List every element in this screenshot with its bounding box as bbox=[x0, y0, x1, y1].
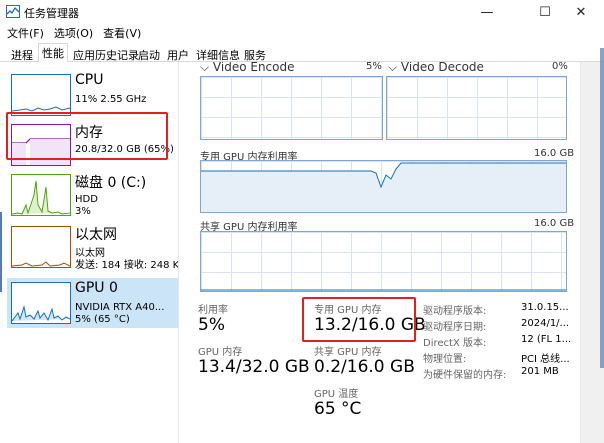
driver-date-key: 驱动程序日期: bbox=[423, 322, 487, 333]
resource-detail-2: 5% (65 °C) bbox=[75, 314, 130, 325]
video-encode-label: ⌵ Video Encode bbox=[200, 62, 295, 74]
gpu-temp-label: GPU 温度 bbox=[314, 389, 359, 400]
resource-name: 磁盘 0 (C:) bbox=[75, 175, 147, 191]
close-icon: ✕ bbox=[575, 4, 587, 20]
physical-location-value: PCI 总线... bbox=[521, 354, 570, 365]
maximize-icon: ☐ bbox=[539, 4, 551, 20]
directx-version-key: DirectX 版本: bbox=[423, 338, 487, 349]
tab-performance[interactable]: 性能 bbox=[38, 43, 68, 63]
resource-name: GPU 0 bbox=[75, 280, 118, 296]
video-decode-label: ⌵ Video Decode bbox=[388, 62, 484, 74]
driver-version-key: 驱动程序版本: bbox=[423, 306, 487, 317]
close-button[interactable]: ✕ bbox=[558, 0, 604, 24]
tab-startup[interactable]: 启动 bbox=[134, 45, 164, 62]
minimize-icon: — bbox=[480, 4, 494, 20]
dedicated-memory-graph bbox=[200, 160, 567, 213]
cpu-thumbnail-graph bbox=[11, 74, 71, 116]
video-decode-graph bbox=[386, 76, 567, 140]
tab-app-history[interactable]: 应用历史记录 bbox=[69, 45, 143, 62]
panel-splitter[interactable] bbox=[178, 62, 179, 443]
gpu-detail-panel: ⌵ Video Encode 5% ⌵ Video Decode 0% 专用 G… bbox=[190, 62, 578, 443]
video-encode-graph bbox=[200, 76, 383, 140]
menu-options[interactable]: 选项(O) bbox=[54, 25, 93, 41]
tab-processes[interactable]: 进程 bbox=[7, 45, 37, 62]
directx-version-value: 12 (FL 1... bbox=[521, 334, 572, 345]
dedicated-mem-label: 专用 GPU 内存 bbox=[314, 305, 382, 316]
physical-location-key: 物理位置: bbox=[423, 354, 467, 365]
gpu-mem-value: 13.4/32.0 GB bbox=[198, 357, 310, 377]
menu-view[interactable]: 查看(V) bbox=[103, 25, 141, 41]
reserved-memory-key: 为硬件保留的内存: bbox=[423, 370, 507, 381]
driver-version-value: 31.0.15... bbox=[521, 302, 569, 313]
shared-mem-value: 0.2/16.0 GB bbox=[314, 357, 415, 377]
driver-date-value: 2024/1/... bbox=[521, 318, 570, 329]
memory-thumbnail-graph bbox=[11, 124, 71, 166]
window-title: 任务管理器 bbox=[24, 7, 79, 20]
resource-item-cpu[interactable]: CPU 11% 2.55 GHz bbox=[7, 70, 178, 120]
resource-detail-2: 3% bbox=[75, 206, 91, 217]
resource-detail: 20.8/32.0 GB (65%) bbox=[75, 144, 174, 155]
shared-graph-max: 16.0 GB bbox=[534, 218, 575, 229]
reserved-memory-value: 201 MB bbox=[521, 366, 559, 377]
resource-name: 以太网 bbox=[75, 227, 117, 243]
title-bar: 任务管理器 — ☐ ✕ bbox=[0, 0, 604, 24]
menu-file[interactable]: 文件(F) bbox=[7, 25, 44, 41]
resource-detail-2: 发送: 184 接收: 248 Kb bbox=[75, 260, 178, 271]
gpu-temp-value: 65 °C bbox=[314, 399, 362, 419]
video-encode-pct: 5% bbox=[366, 62, 382, 72]
dedicated-mem-value: 13.2/16.0 GB bbox=[314, 315, 426, 335]
resource-item-gpu[interactable]: GPU 0 NVIDIA RTX A40... 5% (65 °C) bbox=[7, 278, 178, 328]
dedicated-graph-max: 16.0 GB bbox=[534, 148, 575, 159]
resource-item-disk[interactable]: 磁盘 0 (C:) HDD 3% bbox=[7, 170, 178, 220]
resource-detail: NVIDIA RTX A40... bbox=[75, 302, 165, 313]
ethernet-thumbnail-graph bbox=[11, 226, 71, 268]
gpu-mem-label: GPU 内存 bbox=[198, 347, 243, 358]
task-manager-window: 任务管理器 — ☐ ✕ 文件(F) 选项(O) 查看(V) 进程 性能 应用历史… bbox=[0, 0, 604, 443]
shared-memory-graph bbox=[200, 231, 567, 292]
minimize-button[interactable]: — bbox=[464, 0, 510, 24]
gpu-thumbnail-graph bbox=[11, 282, 71, 324]
resource-list: CPU 11% 2.55 GHz 内存 20.8/32.0 GB (65%) 磁… bbox=[0, 62, 178, 443]
tab-users[interactable]: 用户 bbox=[163, 45, 193, 62]
shared-mem-label: 共享 GPU 内存 bbox=[314, 347, 382, 358]
resource-detail: HDD bbox=[75, 194, 98, 205]
background-window-edge bbox=[0, 212, 2, 292]
resource-name: 内存 bbox=[75, 125, 103, 141]
resource-item-ethernet[interactable]: 以太网 以太网 发送: 184 接收: 248 Kb bbox=[7, 222, 178, 272]
resource-item-memory[interactable]: 内存 20.8/32.0 GB (65%) bbox=[7, 120, 178, 170]
resource-detail: 11% 2.55 GHz bbox=[75, 94, 147, 105]
task-manager-icon bbox=[6, 5, 20, 18]
menu-bar: 文件(F) 选项(O) 查看(V) bbox=[0, 24, 604, 42]
disk-thumbnail-graph bbox=[11, 174, 71, 216]
video-decode-pct: 0% bbox=[552, 62, 568, 72]
tab-details[interactable]: 详细信息 bbox=[192, 45, 244, 62]
background-window-edge-right bbox=[600, 48, 604, 368]
tab-bar: 进程 性能 应用历史记录 启动 用户 详细信息 服务 bbox=[0, 42, 604, 63]
resource-name: CPU bbox=[75, 72, 104, 88]
utilization-label: 利用率 bbox=[198, 305, 228, 316]
utilization-value: 5% bbox=[198, 315, 225, 335]
tab-services[interactable]: 服务 bbox=[240, 45, 270, 62]
